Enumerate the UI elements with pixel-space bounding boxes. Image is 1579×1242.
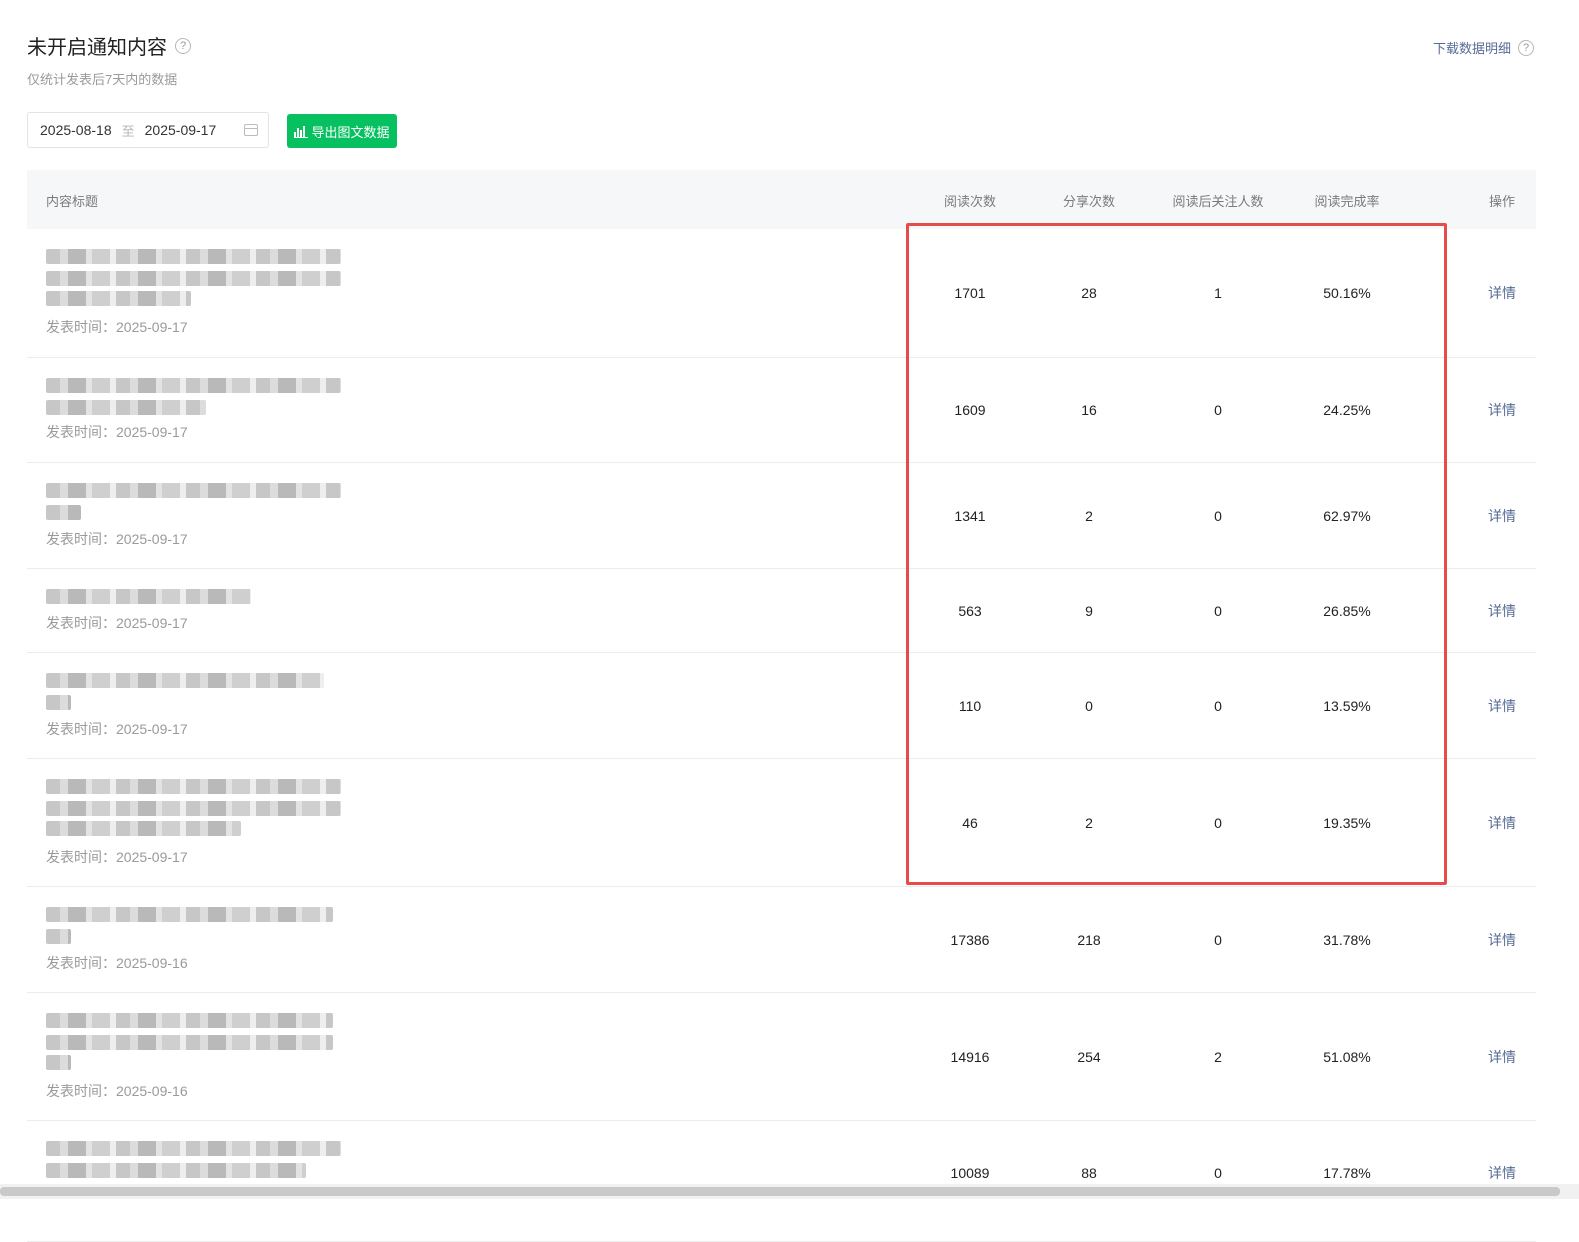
detail-link[interactable]: 详情 <box>1488 696 1516 716</box>
date-separator: 至 <box>121 123 135 139</box>
table-row: 10089 88 0 17.78% 详情 <box>27 1121 1536 1242</box>
blurred-article-title[interactable] <box>46 1141 341 1156</box>
bar-chart-icon <box>294 125 309 138</box>
publish-time: 发表时间：2025-09-16 <box>46 1083 188 1099</box>
blurred-article-title[interactable] <box>46 483 341 498</box>
blurred-article-title[interactable] <box>46 1055 71 1070</box>
start-date[interactable]: 2025-08-18 <box>40 122 112 138</box>
end-date[interactable]: 2025-09-17 <box>145 122 217 138</box>
detail-link[interactable]: 详情 <box>1488 1163 1516 1183</box>
column-header-completion[interactable]: 阅读完成率 <box>1314 191 1379 210</box>
blurred-article-title[interactable] <box>46 1013 333 1028</box>
blurred-article-title[interactable] <box>46 589 251 604</box>
table-row: 发表时间：2025-09-16 14916 254 2 51.08% 详情 <box>27 993 1536 1121</box>
blurred-article-title[interactable] <box>46 673 324 688</box>
publish-time: 发表时间：2025-09-17 <box>46 531 188 547</box>
download-details-link[interactable]: 下载数据明细 ? <box>1433 38 1534 57</box>
blurred-article-title[interactable] <box>46 779 341 794</box>
completion-cell: 17.78% <box>1323 1165 1371 1181</box>
column-header-shares[interactable]: 分享次数 <box>1063 191 1115 210</box>
publish-time: 发表时间：2025-09-17 <box>46 319 188 335</box>
blurred-article-title[interactable] <box>46 907 333 922</box>
calendar-icon[interactable] <box>244 124 258 136</box>
shares-cell: 254 <box>1077 1048 1101 1065</box>
publish-time: 发表时间：2025-09-17 <box>46 721 188 737</box>
shares-cell: 88 <box>1081 1165 1097 1181</box>
blurred-article-title[interactable] <box>46 695 71 710</box>
column-header-follows[interactable]: 阅读后关注人数 <box>1172 191 1263 210</box>
page-subtitle: 仅统计发表后7天内的数据 <box>27 72 178 87</box>
blurred-article-title[interactable] <box>46 249 341 264</box>
column-header-title: 内容标题 <box>46 194 99 209</box>
reads-cell: 14916 <box>950 1048 990 1065</box>
blurred-article-title[interactable] <box>46 1163 306 1178</box>
page-title: 未开启通知内容 ? <box>27 31 191 60</box>
column-header-action: 操作 <box>1488 194 1516 209</box>
blurred-article-title[interactable] <box>46 378 341 393</box>
export-button-label: 导出图文数据 <box>311 124 390 140</box>
publish-time: 发表时间：2025-09-17 <box>46 849 188 865</box>
detail-link[interactable]: 详情 <box>1488 601 1516 621</box>
column-header-reads[interactable]: 阅读次数 <box>944 191 996 210</box>
blurred-article-title[interactable] <box>46 1035 333 1050</box>
detail-link[interactable]: 详情 <box>1488 506 1516 526</box>
publish-time: 发表时间：2025-09-17 <box>46 424 188 440</box>
blurred-article-title[interactable] <box>46 505 81 520</box>
blurred-article-title[interactable] <box>46 271 341 286</box>
detail-link[interactable]: 详情 <box>1488 813 1516 833</box>
blurred-article-title[interactable] <box>46 821 241 836</box>
reads-cell: 10089 <box>950 1165 990 1181</box>
publish-time: 发表时间：2025-09-17 <box>46 615 188 631</box>
completion-cell: 51.08% <box>1323 1048 1371 1065</box>
shares-cell: 218 <box>1077 931 1101 948</box>
follows-cell: 0 <box>1214 1165 1222 1181</box>
page-title-text: 未开启通知内容 <box>27 37 167 59</box>
completion-cell: 31.78% <box>1323 931 1371 948</box>
table-row: 发表时间：2025-09-16 17386 218 0 31.78% 详情 <box>27 887 1536 993</box>
blurred-article-title[interactable] <box>46 291 191 306</box>
blurred-article-title[interactable] <box>46 929 71 944</box>
detail-link[interactable]: 详情 <box>1488 283 1516 303</box>
follows-cell: 2 <box>1214 1048 1222 1065</box>
help-icon[interactable]: ? <box>175 37 191 54</box>
blurred-article-title[interactable] <box>46 801 341 816</box>
detail-link[interactable]: 详情 <box>1488 930 1516 950</box>
download-details-label: 下载数据明细 <box>1432 41 1511 56</box>
follows-cell: 0 <box>1214 931 1222 948</box>
detail-link[interactable]: 详情 <box>1488 400 1516 420</box>
horizontal-scrollbar[interactable] <box>0 1184 1579 1199</box>
scrollbar-thumb[interactable] <box>0 1187 1560 1196</box>
reads-cell: 17386 <box>950 931 990 948</box>
blurred-article-title[interactable] <box>46 400 206 415</box>
help-icon[interactable]: ? <box>1518 39 1534 56</box>
table-header: 内容标题 阅读次数 分享次数 阅读后关注人数 阅读完成率 操作 <box>27 170 1536 229</box>
detail-link[interactable]: 详情 <box>1488 1047 1516 1067</box>
highlight-box <box>906 223 1447 885</box>
date-range-picker[interactable]: 2025-08-18 至 2025-09-17 <box>27 112 269 148</box>
publish-time: 发表时间：2025-09-16 <box>46 955 188 971</box>
export-articles-button[interactable]: 导出图文数据 <box>287 114 397 148</box>
